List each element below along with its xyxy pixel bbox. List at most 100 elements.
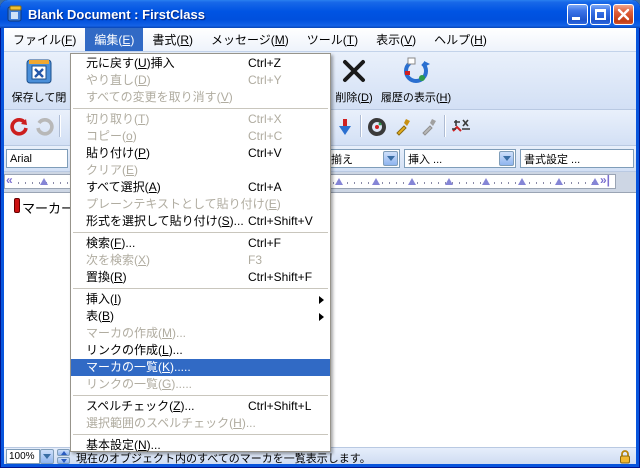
toolbar-separator xyxy=(59,115,60,137)
ruler-left-marker[interactable]: « xyxy=(6,173,13,187)
zoom-decrease-button[interactable] xyxy=(57,457,70,464)
edit-menu-popup: 元に戻す(U)挿入Ctrl+Zやり直し(D)Ctrl+Yすべての変更を取り消す(… xyxy=(70,53,331,452)
align-combo-value: 揃え xyxy=(331,151,353,167)
menubar-item[interactable]: 編集(E) xyxy=(85,28,143,51)
menu-item[interactable]: すべて選択(A)Ctrl+A xyxy=(71,179,330,196)
submenu-arrow-icon xyxy=(319,296,324,304)
menu-separator xyxy=(73,232,328,233)
menu-item: 切り取り(T)Ctrl+X xyxy=(71,111,330,128)
insert-marker-icon xyxy=(336,117,354,137)
menu-item[interactable]: 挿入(I) xyxy=(71,291,330,308)
history-button[interactable]: 履歴の表示(H) xyxy=(380,55,452,105)
menubar-item[interactable]: ファイル(F) xyxy=(4,28,85,51)
menu-shortcut: Ctrl+F xyxy=(248,235,281,252)
spellcheck-button[interactable] xyxy=(450,115,474,139)
window-title: Blank Document : FirstClass xyxy=(28,7,567,22)
menu-shortcut: Ctrl+Z xyxy=(248,55,281,72)
minimize-icon xyxy=(572,17,580,20)
menu-item: やり直し(D)Ctrl+Y xyxy=(71,72,330,89)
menu-item[interactable]: スペルチェック(Z)...Ctrl+Shift+L xyxy=(71,398,330,415)
menubar-item[interactable]: ヘルプ(H) xyxy=(425,28,496,51)
undo-icon xyxy=(10,117,30,137)
menu-item[interactable]: 元に戻す(U)挿入Ctrl+Z xyxy=(71,55,330,72)
menu-shortcut: Ctrl+X xyxy=(248,111,282,128)
menu-item[interactable]: 検索(F)...Ctrl+F xyxy=(71,235,330,252)
titlebar[interactable]: Blank Document : FirstClass xyxy=(0,0,640,28)
toolbar-separator xyxy=(360,115,361,137)
zoom-increase-button[interactable] xyxy=(57,449,70,456)
menu-item[interactable]: 基本設定(N)... xyxy=(71,437,330,454)
menu-item[interactable]: 置換(R)Ctrl+Shift+F xyxy=(71,269,330,286)
maximize-button[interactable] xyxy=(590,4,611,25)
save-close-icon xyxy=(23,55,55,87)
menu-item: 選択範囲のスペルチェック(H)... xyxy=(71,415,330,432)
tab-stop-marker[interactable] xyxy=(372,178,380,185)
menu-item: 次を検索(X)F3 xyxy=(71,252,330,269)
menu-separator xyxy=(73,288,328,289)
app-window: Blank Document : FirstClass ファイル(F)編集(E)… xyxy=(0,0,640,468)
insert-combo[interactable]: 挿入 ... xyxy=(404,149,516,168)
menu-shortcut: Ctrl+C xyxy=(248,128,282,145)
menubar-item[interactable]: メッセージ(M) xyxy=(202,28,298,51)
zoom-dropdown-button[interactable] xyxy=(40,449,54,464)
menu-shortcut: Ctrl+V xyxy=(248,145,282,162)
tab-stop-marker[interactable] xyxy=(408,178,416,185)
menu-item: リンクの一覧(G)..... xyxy=(71,376,330,393)
menu-separator xyxy=(73,395,328,396)
menu-item: すべての変更を取り消す(V) xyxy=(71,89,330,106)
chevron-down-icon[interactable] xyxy=(383,151,398,166)
undo-button[interactable] xyxy=(8,115,32,139)
minimize-button[interactable] xyxy=(567,4,588,25)
eyedropper-disabled-icon xyxy=(419,117,439,137)
chevron-down-icon xyxy=(43,454,51,459)
format-combo[interactable]: 書式設定 ... xyxy=(520,149,634,168)
zoom-spinner[interactable] xyxy=(57,449,70,464)
menu-separator xyxy=(73,434,328,435)
chevron-down-icon[interactable] xyxy=(499,151,514,166)
insert-marker-button[interactable] xyxy=(333,115,357,139)
menubar-item[interactable]: 書式(R) xyxy=(143,28,202,51)
save-close-label: 保存して閉 xyxy=(12,89,67,105)
tab-stop-marker[interactable] xyxy=(445,178,453,185)
redo-button[interactable] xyxy=(32,115,56,139)
tab-stop-marker[interactable] xyxy=(40,178,48,185)
zoom-value[interactable]: 100% xyxy=(6,449,40,464)
toolbar-separator xyxy=(444,115,445,137)
menu-item[interactable]: 形式を選択して貼り付け(S)...Ctrl+Shift+V xyxy=(71,213,330,230)
menu-shortcut: Ctrl+Shift+F xyxy=(248,269,312,286)
tab-stop-marker[interactable] xyxy=(482,178,490,185)
maximize-icon xyxy=(595,9,606,20)
menubar-item[interactable]: ツール(T) xyxy=(298,28,367,51)
history-circle-icon xyxy=(367,117,387,137)
save-close-button[interactable]: 保存して閉 xyxy=(10,55,68,105)
close-button[interactable] xyxy=(613,4,634,25)
history-circle-button[interactable] xyxy=(365,115,389,139)
menu-separator xyxy=(73,108,328,109)
menu-item[interactable]: 貼り付け(P)Ctrl+V xyxy=(71,145,330,162)
document-icon xyxy=(6,5,24,23)
tab-stop-marker[interactable] xyxy=(518,178,526,185)
menubar-item[interactable]: 表示(V) xyxy=(367,28,425,51)
menu-shortcut: Ctrl+A xyxy=(248,179,282,196)
menu-item: プレーンテキストとして貼り付け(E) xyxy=(71,196,330,213)
redo-icon xyxy=(34,117,54,137)
menu-item[interactable]: リンクの作成(L)... xyxy=(71,342,330,359)
menu-shortcut: Ctrl+Y xyxy=(248,72,282,89)
delete-x-icon xyxy=(338,55,370,87)
tab-stop-marker[interactable] xyxy=(591,178,599,185)
delete-button[interactable]: 削除(D) xyxy=(331,55,377,105)
ruler-right-marker[interactable]: »| xyxy=(600,173,610,187)
format-combo-value: 書式設定 ... xyxy=(524,151,580,167)
font-combo-value: Arial xyxy=(10,153,32,165)
marker-flag-icon[interactable] xyxy=(14,198,20,213)
spellcheck-icon xyxy=(450,117,474,137)
eyedropper-icon xyxy=(393,117,413,137)
tab-stop-marker[interactable] xyxy=(335,178,343,185)
menu-shortcut: Ctrl+Shift+V xyxy=(248,213,313,230)
font-combo[interactable]: Arial xyxy=(6,149,68,168)
menu-item[interactable]: マーカの一覧(K)..... xyxy=(71,359,330,376)
menu-item: マーカの作成(M)... xyxy=(71,325,330,342)
menu-item[interactable]: 表(B) xyxy=(71,308,330,325)
tab-stop-marker[interactable] xyxy=(555,178,563,185)
eyedropper-button[interactable] xyxy=(391,115,415,139)
